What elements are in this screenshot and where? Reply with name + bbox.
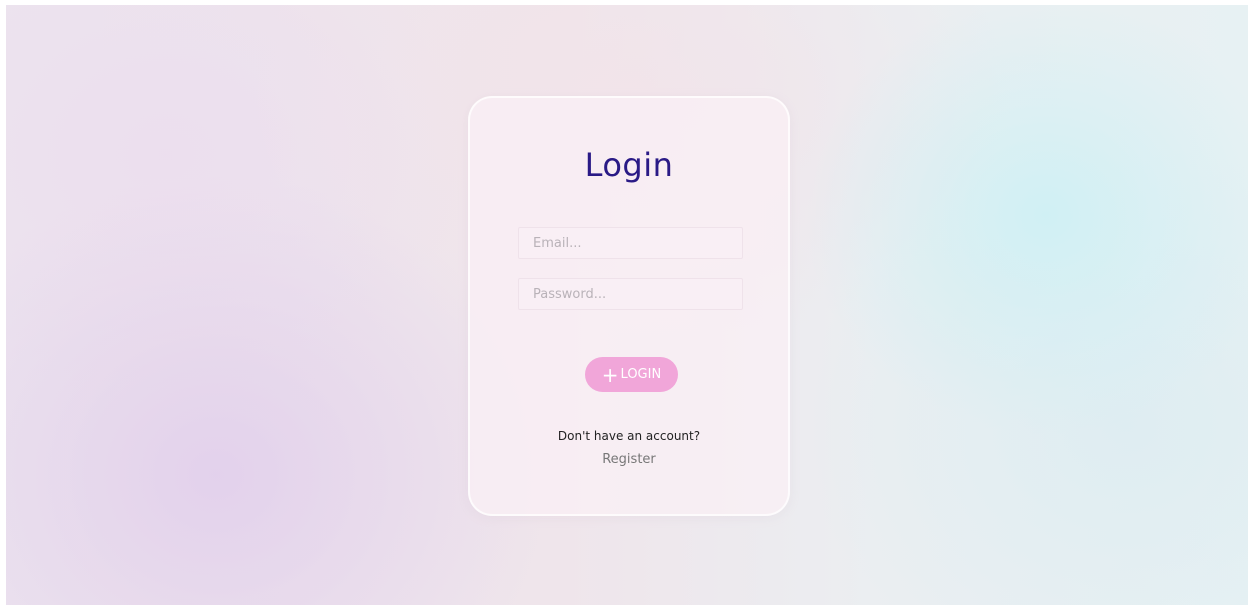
- page-background: Login + LOGIN Don't have an account? Reg…: [6, 5, 1248, 605]
- register-link[interactable]: Register: [470, 452, 788, 467]
- login-button-label: LOGIN: [620, 367, 662, 382]
- email-input[interactable]: [518, 227, 743, 259]
- login-title: Login: [584, 146, 674, 184]
- account-prompt: Don't have an account?: [557, 429, 701, 443]
- plus-icon: +: [601, 362, 619, 387]
- password-input[interactable]: [518, 278, 743, 310]
- login-button[interactable]: + LOGIN: [585, 357, 678, 392]
- login-card: Login + LOGIN Don't have an account? Reg…: [468, 96, 790, 516]
